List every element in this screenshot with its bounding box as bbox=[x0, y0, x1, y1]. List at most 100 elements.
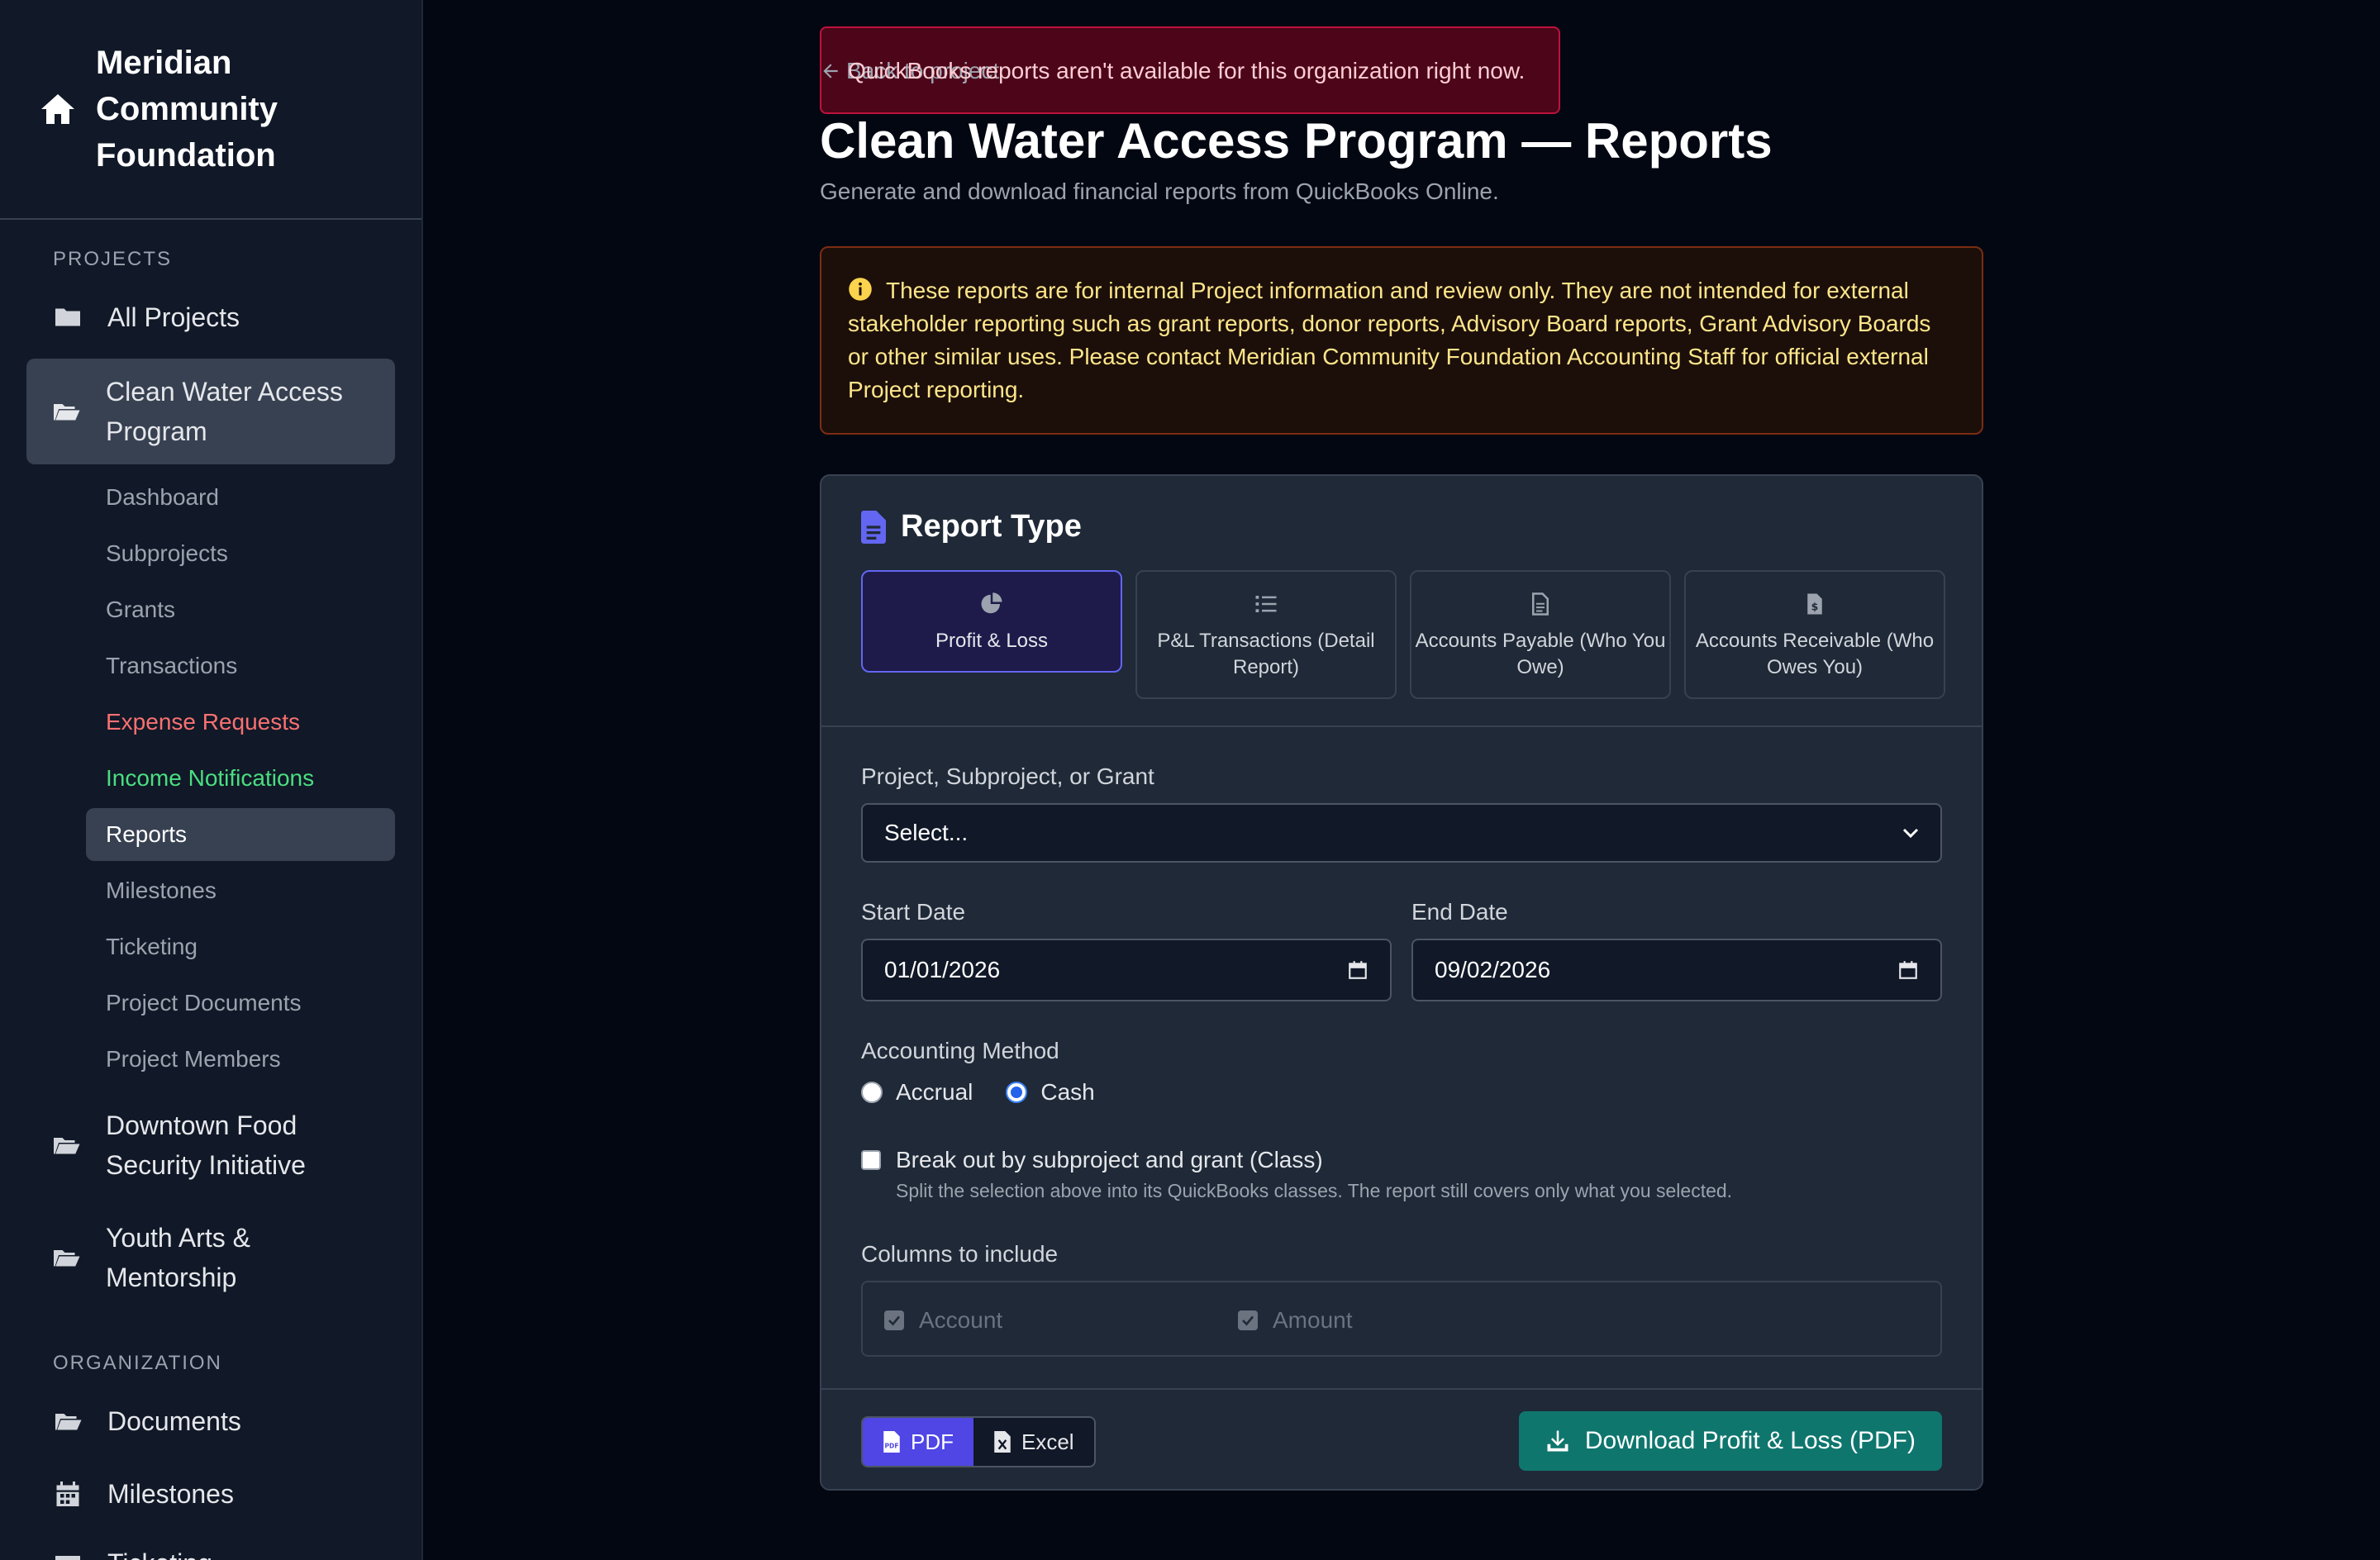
pie-chart-icon bbox=[981, 592, 1002, 614]
nav-project-youth-arts[interactable]: Youth Arts & Mentorship bbox=[51, 1216, 398, 1299]
subnav-reports[interactable]: Reports bbox=[86, 808, 395, 861]
column-amount[interactable]: Amount bbox=[1238, 1307, 1353, 1334]
radio-accrual-label: Accrual bbox=[896, 1079, 973, 1105]
nav-org-documents-label: Documents bbox=[107, 1405, 241, 1436]
start-date-input[interactable]: 01/01/2026 bbox=[861, 939, 1392, 1001]
nav-org-ticketing[interactable]: Ticketing bbox=[53, 1543, 212, 1560]
subnav-transactions[interactable]: Transactions bbox=[86, 640, 395, 692]
end-date-value: 09/02/2026 bbox=[1435, 957, 1551, 982]
internal-use-notice: These reports are for internal Project i… bbox=[820, 246, 1983, 435]
start-date-label: Start Date bbox=[861, 899, 966, 925]
subnav-project-documents[interactable]: Project Documents bbox=[86, 977, 395, 1030]
end-date-input[interactable]: 09/02/2026 bbox=[1411, 939, 1942, 1001]
radio-cash[interactable] bbox=[1006, 1082, 1028, 1103]
report-type-profit-loss[interactable]: Profit & Loss bbox=[861, 570, 1122, 673]
subnav-milestones[interactable]: Milestones bbox=[86, 864, 395, 917]
calendar-icon[interactable] bbox=[1347, 959, 1368, 981]
radio-cash-label: Cash bbox=[1040, 1079, 1095, 1105]
home-icon bbox=[38, 89, 78, 129]
nav-org-documents[interactable]: Documents bbox=[53, 1401, 241, 1441]
nav-org-milestones-label: Milestones bbox=[107, 1478, 234, 1509]
folder-open-icon bbox=[51, 1130, 81, 1160]
svg-text:$: $ bbox=[1811, 601, 1819, 613]
nav-org-milestones[interactable]: Milestones bbox=[53, 1474, 234, 1514]
download-report-button[interactable]: Download Profit & Loss (PDF) bbox=[1518, 1411, 1942, 1471]
chevron-down-icon bbox=[1902, 828, 1919, 839]
projects-section-label: PROJECTS bbox=[53, 248, 173, 270]
check-icon bbox=[1242, 1315, 1254, 1326]
subnav-income-notifications[interactable]: Income Notifications bbox=[86, 752, 395, 805]
folder-open-icon bbox=[51, 397, 81, 426]
column-account[interactable]: Account bbox=[884, 1307, 1002, 1334]
format-excel-label: Excel bbox=[1021, 1429, 1074, 1454]
nav-project-food-security[interactable]: Downtown Food Security Initiative bbox=[51, 1104, 398, 1187]
columns-group: Account Amount bbox=[861, 1281, 1942, 1357]
format-pdf-button[interactable]: PDF PDF bbox=[863, 1418, 973, 1466]
radio-accrual[interactable] bbox=[861, 1082, 883, 1103]
nav-org-ticketing-label: Ticketing bbox=[107, 1548, 212, 1560]
column-account-checkbox[interactable] bbox=[884, 1310, 904, 1330]
start-date-value: 01/01/2026 bbox=[884, 957, 1001, 982]
column-amount-checkbox[interactable] bbox=[1238, 1310, 1258, 1330]
report-type-label: Profit & Loss bbox=[935, 630, 1049, 652]
report-type-accounts-receivable[interactable]: $ Accounts Receivable (Who Owes You) bbox=[1684, 570, 1945, 699]
nav-project-clean-water[interactable]: Clean Water Access Program bbox=[26, 359, 395, 464]
format-toggle: PDF PDF Excel bbox=[861, 1416, 1096, 1467]
breakout-option[interactable]: Break out by subproject and grant (Class… bbox=[861, 1147, 1323, 1173]
breakout-checkbox[interactable] bbox=[861, 1150, 881, 1170]
file-text-icon bbox=[861, 510, 886, 544]
nav-all-projects[interactable]: All Projects bbox=[53, 297, 240, 337]
nav-all-projects-label: All Projects bbox=[107, 302, 240, 332]
end-date-label: End Date bbox=[1411, 899, 1508, 925]
report-type-label: P&L Transactions (Detail Report) bbox=[1157, 630, 1375, 678]
download-icon bbox=[1547, 1430, 1568, 1452]
subnav-dashboard[interactable]: Dashboard bbox=[86, 471, 395, 524]
report-card: Report Type Profit & Loss P&L Transactio… bbox=[820, 474, 1983, 1491]
report-type-heading: Report Type bbox=[861, 509, 1082, 545]
organization-section-label: ORGANIZATION bbox=[53, 1352, 222, 1374]
folder-open-icon bbox=[53, 1406, 83, 1436]
info-icon bbox=[848, 277, 873, 302]
format-pdf-label: PDF bbox=[911, 1429, 954, 1454]
page-title: Clean Water Access Program — Reports bbox=[820, 113, 1773, 169]
card-divider bbox=[821, 725, 1982, 727]
subnav-ticketing[interactable]: Ticketing bbox=[86, 920, 395, 973]
brand-header[interactable]: Meridian Community Foundation bbox=[0, 0, 421, 220]
report-type-title: Report Type bbox=[901, 509, 1082, 544]
list-icon bbox=[1255, 596, 1277, 612]
subnav-subprojects[interactable]: Subprojects bbox=[86, 527, 395, 580]
report-type-label: Accounts Payable (Who You Owe) bbox=[1415, 630, 1666, 678]
file-pdf-icon: PDF bbox=[883, 1431, 900, 1453]
error-toast-message: QuickBooks reports aren't available for … bbox=[848, 58, 1526, 83]
invoice-dollar-icon: $ bbox=[1807, 593, 1822, 615]
scope-select[interactable]: Select... bbox=[861, 803, 1942, 863]
svg-text:PDF: PDF bbox=[884, 1443, 898, 1450]
breakout-help-text: Split the selection above into its Quick… bbox=[896, 1180, 1733, 1201]
folder-open-icon bbox=[51, 1243, 81, 1272]
sidebar: Meridian Community Foundation PROJECTS A… bbox=[0, 0, 423, 1560]
scope-select-value: Select... bbox=[884, 820, 969, 845]
nav-project-youth-arts-label: Youth Arts & Mentorship bbox=[106, 1223, 250, 1292]
page-subtitle: Generate and download financial reports … bbox=[820, 178, 1499, 204]
format-excel-button[interactable]: Excel bbox=[973, 1418, 1094, 1466]
calendar-icon[interactable] bbox=[1897, 959, 1919, 981]
internal-use-notice-text: These reports are for internal Project i… bbox=[848, 278, 1931, 402]
scope-label: Project, Subproject, or Grant bbox=[861, 763, 1154, 789]
file-excel-icon bbox=[994, 1431, 1011, 1453]
subnav-project-members[interactable]: Project Members bbox=[86, 1033, 395, 1086]
nav-project-clean-water-label: Clean Water Access Program bbox=[106, 377, 343, 446]
subnav-expense-requests[interactable]: Expense Requests bbox=[86, 696, 395, 749]
org-name: Meridian Community Foundation bbox=[96, 45, 278, 174]
report-type-accounts-payable[interactable]: Accounts Payable (Who You Owe) bbox=[1410, 570, 1671, 699]
check-icon bbox=[888, 1315, 901, 1326]
columns-label: Columns to include bbox=[861, 1241, 1059, 1267]
report-type-pl-transactions[interactable]: P&L Transactions (Detail Report) bbox=[1135, 570, 1397, 699]
nav-project-food-security-label: Downtown Food Security Initiative bbox=[106, 1111, 306, 1180]
breakout-label: Break out by subproject and grant (Class… bbox=[896, 1147, 1323, 1172]
subnav-grants[interactable]: Grants bbox=[86, 583, 395, 636]
calendar-icon bbox=[53, 1479, 83, 1509]
ticket-icon bbox=[53, 1548, 83, 1560]
accounting-method-group: Accrual Cash bbox=[861, 1079, 1095, 1106]
document-icon bbox=[1532, 592, 1549, 616]
folder-icon bbox=[53, 302, 83, 332]
